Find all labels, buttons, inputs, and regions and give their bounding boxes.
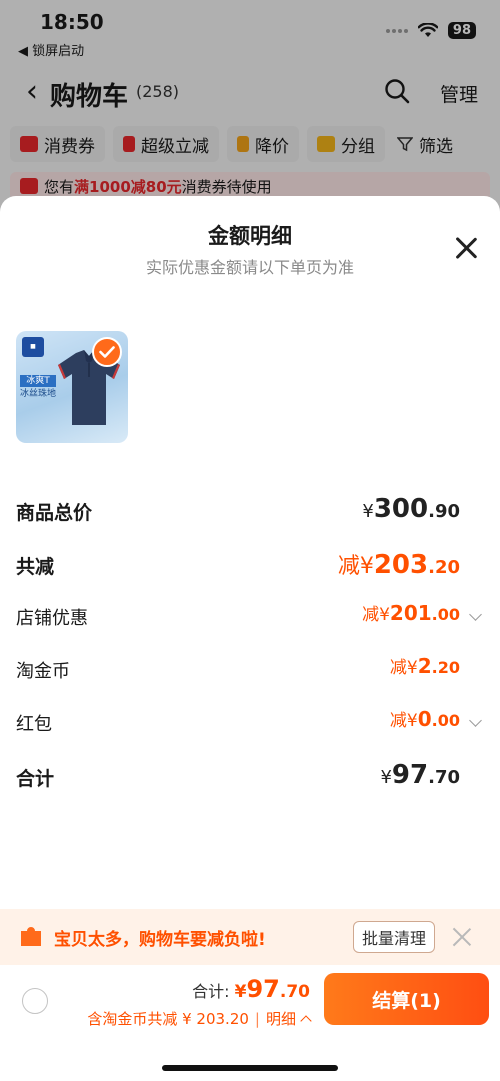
amount-prefix: ¥	[362, 501, 374, 522]
chevron-down-icon[interactable]	[469, 714, 482, 727]
checkout-total: 合计: ¥97.70	[192, 975, 310, 1003]
amount-decimal: .70	[428, 767, 460, 788]
select-all-checkbox[interactable]	[22, 988, 48, 1014]
row-amount: 减¥203.20	[338, 548, 460, 580]
amount-prefix: 减¥	[362, 605, 390, 625]
total-prefix: ¥	[234, 982, 247, 1002]
cart-overload-notice: 宝贝太多，购物车要减负啦! 批量清理	[0, 909, 500, 965]
sheet-title: 金额明细	[208, 224, 292, 248]
detail-link[interactable]: 明细	[266, 1008, 296, 1029]
row-red-packet[interactable]: 红包 减¥0.00	[16, 704, 484, 740]
sheet-subtitle: 实际优惠金额请以下单页为准	[145, 258, 354, 277]
amount-decimal: .90	[428, 501, 460, 522]
row-store-discount[interactable]: 店铺优惠 减¥201.00	[16, 598, 484, 634]
total-decimal: .70	[279, 982, 310, 1002]
close-icon[interactable]	[454, 236, 478, 260]
brand-logo: ■	[22, 337, 44, 357]
amount-prefix: 减¥	[337, 554, 374, 579]
row-label: 店铺优惠	[16, 608, 88, 629]
discount-text: 含淘金币共减 ¥ 203.20	[87, 1010, 249, 1028]
amount-decimal: .00	[431, 605, 460, 624]
amount-decimal: .20	[431, 658, 460, 677]
row-label: 淘金币	[16, 661, 70, 682]
row-amount: ¥300.90	[362, 494, 460, 524]
total-integer: 97	[246, 975, 280, 1003]
amount-integer: 0	[417, 707, 432, 731]
notice-close-icon[interactable]	[452, 927, 472, 947]
amount-prefix: ¥	[380, 767, 392, 788]
amount-prefix: 减¥	[389, 711, 418, 731]
row-label: 共减	[16, 556, 55, 578]
checkout-bar: 合计: ¥97.70 含淘金币共减 ¥ 203.20 | 明细 结算(1)	[0, 965, 500, 1045]
row-taojinbi: 淘金币 减¥2.20	[16, 651, 484, 687]
amount-integer: 201	[389, 601, 432, 625]
product-tag-line2: 冰丝珠地	[20, 389, 57, 399]
puzzle-icon	[21, 927, 41, 946]
selected-check-icon	[92, 337, 122, 367]
amount-decimal: .20	[428, 557, 460, 578]
amount-integer: 203	[373, 550, 429, 580]
amount-prefix: 减¥	[389, 658, 418, 678]
amount-integer: 2	[417, 654, 432, 678]
row-label: 商品总价	[16, 502, 93, 524]
row-grand-total: 合计 ¥97.70	[16, 758, 484, 794]
notice-text: 宝贝太多，购物车要减负啦!	[54, 930, 266, 950]
amount-integer: 97	[391, 760, 429, 790]
row-amount: 减¥0.00	[390, 706, 460, 731]
separator: |	[254, 1009, 260, 1028]
row-label: 合计	[16, 768, 55, 790]
batch-clean-button[interactable]: 批量清理	[353, 921, 435, 953]
chevron-down-icon[interactable]	[469, 608, 482, 621]
checkout-button[interactable]: 结算(1)	[324, 973, 489, 1025]
checkout-discount-line[interactable]: 含淘金币共减 ¥ 203.20 | 明细	[87, 1008, 312, 1029]
amount-decimal: .00	[431, 711, 460, 730]
amount-integer: 300	[373, 494, 429, 524]
row-label: 红包	[16, 714, 52, 735]
chevron-up-icon	[300, 1014, 312, 1027]
row-amount: ¥97.70	[380, 760, 460, 790]
product-tag-line1: 冰爽T	[20, 375, 56, 387]
row-goods-total: 商品总价 ¥300.90	[16, 492, 484, 528]
row-amount: 减¥201.00	[362, 600, 460, 625]
row-total-discount: 共减 减¥203.20	[16, 546, 484, 582]
total-label: 合计:	[192, 982, 230, 1001]
row-amount: 减¥2.20	[390, 653, 460, 678]
home-indicator[interactable]	[162, 1065, 338, 1071]
